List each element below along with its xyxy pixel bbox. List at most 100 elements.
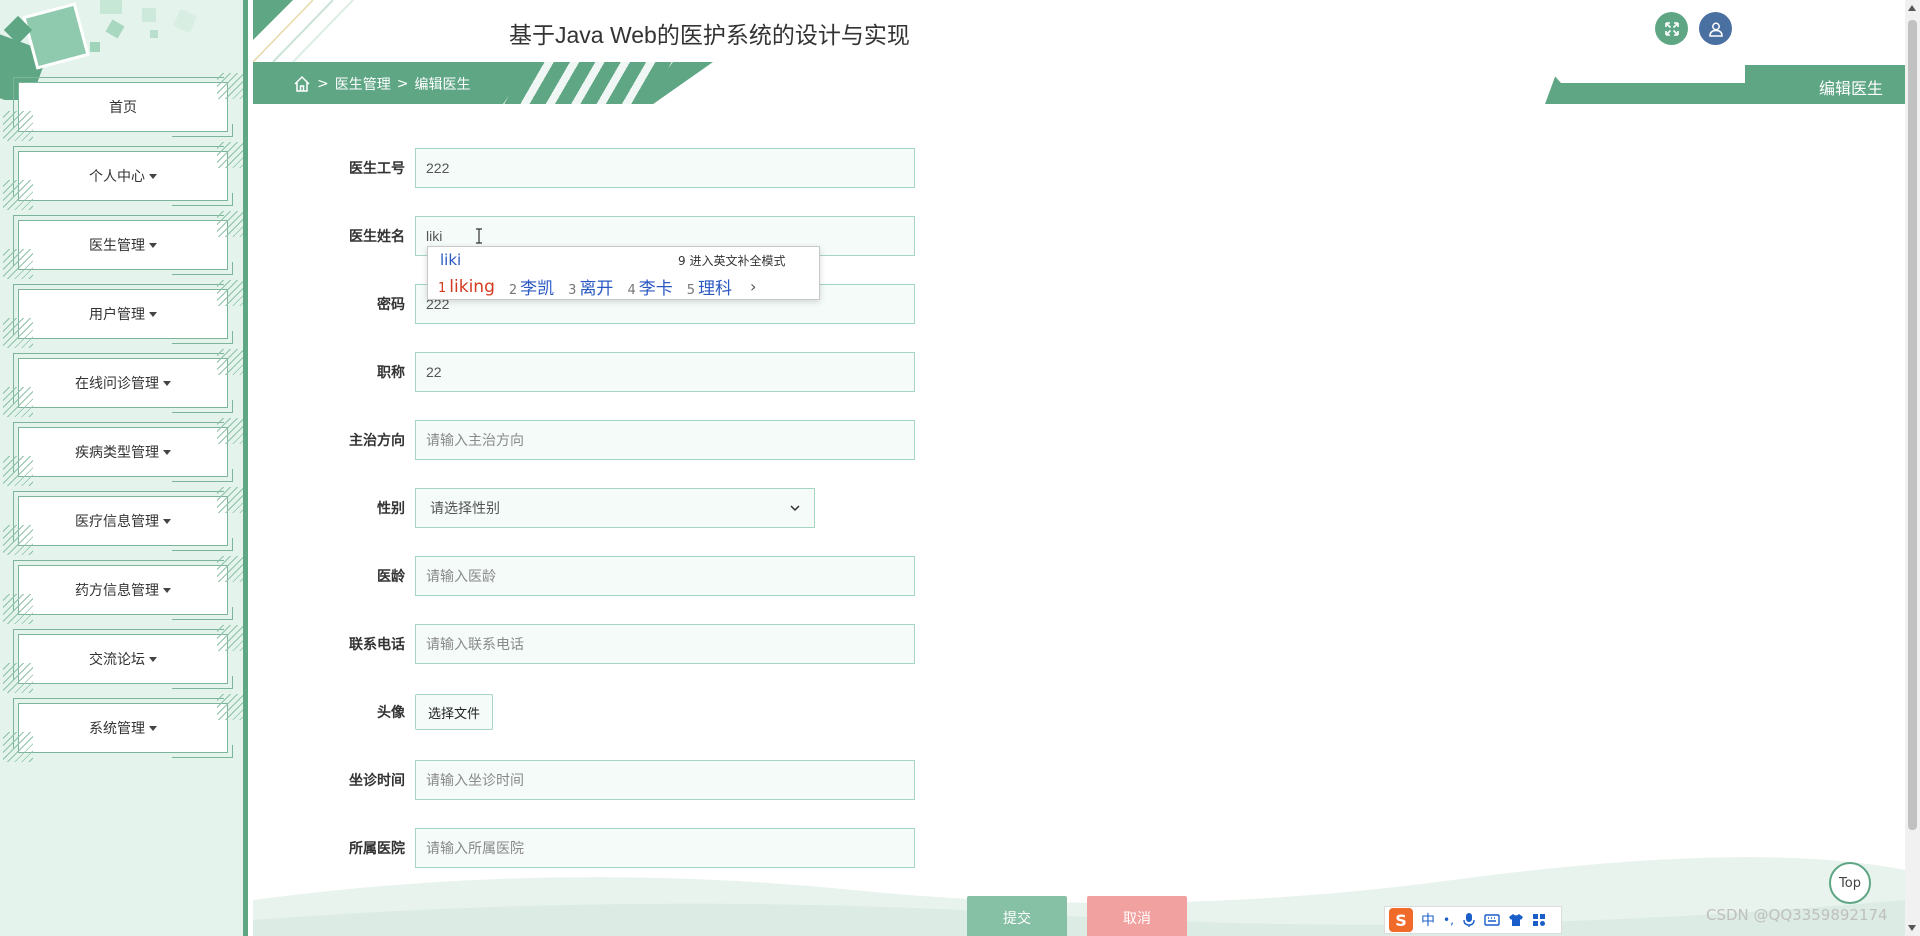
form-row-specialty: 主治方向 请输入主治方向 [330, 420, 915, 460]
years-input[interactable]: 请输入医龄 [415, 556, 915, 596]
sidebar-item-home[interactable]: 首页 [3, 73, 243, 141]
ime-candidate[interactable]: 4 李卡 [627, 274, 672, 299]
form-row-gender: 性别 请选择性别 [330, 488, 815, 528]
caret-down-icon [163, 449, 171, 455]
form-row-doctor-id: 医生工号 222 [330, 148, 915, 188]
sidebar-item-label: 首页 [109, 100, 137, 116]
phone-input[interactable]: 请输入联系电话 [415, 624, 915, 664]
form-row-avatar: 头像 选择文件 [330, 692, 494, 732]
header-decoration [253, 0, 354, 62]
hatch-decoration [3, 249, 33, 279]
sidebar-item-doctor-management[interactable]: 医生管理 [3, 211, 243, 279]
scrollbar-thumb[interactable] [1908, 20, 1917, 830]
back-to-top-button[interactable]: Top [1829, 862, 1871, 904]
sidebar-item-user-management[interactable]: 用户管理 [3, 280, 243, 348]
hatch-decoration [217, 280, 243, 306]
ime-next-page-button[interactable]: › [750, 277, 756, 296]
sidebar-item-system-management[interactable]: 系统管理 [3, 694, 243, 762]
hatch-decoration [3, 594, 33, 624]
keyboard-icon[interactable] [1484, 913, 1500, 927]
breadcrumb: > 医生管理 > 编辑医生 [253, 62, 713, 104]
sidebar-item-personal-center[interactable]: 个人中心 [3, 142, 243, 210]
hatch-decoration [3, 525, 33, 555]
doctor-id-label: 医生工号 [349, 161, 405, 177]
ime-candidate[interactable]: 1 liking [438, 277, 495, 297]
caret-down-icon [163, 518, 171, 524]
scroll-down-arrow-icon[interactable] [1908, 925, 1916, 931]
ime-candidate[interactable]: 5 理科 [687, 274, 732, 299]
chevron-down-icon [790, 505, 800, 512]
hatch-decoration [3, 732, 33, 762]
page-tag-notch [1545, 65, 1745, 83]
form-row-schedule: 坐诊时间 请输入坐诊时间 [330, 760, 915, 800]
hatch-decoration [217, 487, 243, 513]
choose-file-button[interactable]: 选择文件 [415, 694, 494, 730]
sidebar-item-disease-type-management[interactable]: 疾病类型管理 [3, 418, 243, 486]
breadcrumb-current: 编辑医生 [414, 77, 471, 93]
watermark: CSDN @QQ3359892174 [1706, 906, 1888, 924]
schedule-input[interactable]: 请输入坐诊时间 [415, 760, 915, 800]
gender-select[interactable]: 请选择性别 [415, 488, 815, 528]
breadcrumb-separator: > [396, 76, 409, 92]
ime-candidates: 1 liking 2 李凯 3 离开 4 李卡 5 理科 › [438, 274, 756, 300]
grid-icon[interactable] [1532, 913, 1546, 927]
ime-candidate[interactable]: 3 离开 [568, 274, 613, 299]
caret-down-icon [149, 242, 157, 248]
form-row-title: 职称 22 [330, 352, 915, 392]
specialty-input[interactable]: 请输入主治方向 [415, 420, 915, 460]
caret-down-icon [149, 173, 157, 179]
sidebar-item-label: 用户管理 [89, 307, 145, 323]
hatch-decoration [217, 142, 243, 168]
caret-down-icon [149, 656, 157, 662]
hatch-decoration [217, 211, 243, 237]
shirt-icon[interactable] [1508, 913, 1524, 927]
sidebar-item-forum[interactable]: 交流论坛 [3, 625, 243, 693]
hatch-decoration [3, 318, 33, 348]
ime-hint: 9 进入英文补全模式 [678, 254, 786, 268]
ime-mode-toggle[interactable]: 中 [1421, 910, 1435, 930]
text-cursor-icon [476, 228, 483, 244]
hatch-decoration [217, 556, 243, 582]
home-icon[interactable] [293, 75, 311, 93]
sidebar-item-medical-info-management[interactable]: 医疗信息管理 [3, 487, 243, 555]
gender-label: 性别 [377, 501, 405, 517]
sidebar-item-label: 交流论坛 [89, 652, 145, 668]
sidebar-item-label: 疾病类型管理 [75, 445, 159, 461]
scroll-up-arrow-icon[interactable] [1908, 5, 1916, 11]
page-tag-label: 编辑医生 [1818, 79, 1883, 98]
ime-composition: liki [440, 251, 462, 269]
punctuation-toggle[interactable]: •, [1443, 913, 1454, 927]
scrollbar[interactable] [1905, 0, 1920, 936]
doctor-id-input[interactable]: 222 [415, 148, 915, 188]
caret-down-icon [163, 587, 171, 593]
cancel-button[interactable]: 取消 [1087, 896, 1187, 936]
sidebar-item-consultation-management[interactable]: 在线问诊管理 [3, 349, 243, 417]
hatch-decoration [217, 73, 243, 99]
ime-candidate[interactable]: 2 李凯 [509, 274, 554, 299]
user-menu-button[interactable] [1699, 12, 1732, 45]
hatch-decoration [217, 418, 243, 444]
password-label: 密码 [377, 297, 405, 313]
sogou-logo-icon[interactable]: S [1389, 908, 1413, 932]
title-input[interactable]: 22 [415, 352, 915, 392]
hatch-decoration [3, 180, 33, 210]
sidebar-item-label: 药方信息管理 [75, 583, 159, 599]
hatch-decoration [217, 349, 243, 375]
page-title: 基于Java Web的医护系统的设计与实现 [509, 22, 910, 48]
gender-selected-value: 请选择性别 [430, 501, 500, 517]
ime-candidate-popup: liki 9 进入英文补全模式 1 liking 2 李凯 3 离开 4 李卡 5 理科 … [427, 246, 820, 300]
sidebar-item-prescription-management[interactable]: 药方信息管理 [3, 556, 243, 624]
specialty-label: 主治方向 [349, 433, 405, 449]
mic-icon[interactable] [1462, 912, 1476, 928]
hatch-decoration [217, 625, 243, 651]
hatch-decoration [3, 111, 33, 141]
avatar-label: 头像 [377, 705, 405, 721]
ime-toolbar: S 中 •, [1384, 906, 1562, 934]
breadcrumb-doctor-management[interactable]: 医生管理 [335, 74, 391, 94]
sidebar-item-label: 医疗信息管理 [75, 514, 159, 530]
doctor-name-label: 医生姓名 [349, 229, 405, 245]
caret-down-icon [163, 380, 171, 386]
fullscreen-button[interactable] [1655, 12, 1688, 45]
hatch-decoration [3, 387, 33, 417]
submit-button[interactable]: 提交 [967, 896, 1067, 936]
